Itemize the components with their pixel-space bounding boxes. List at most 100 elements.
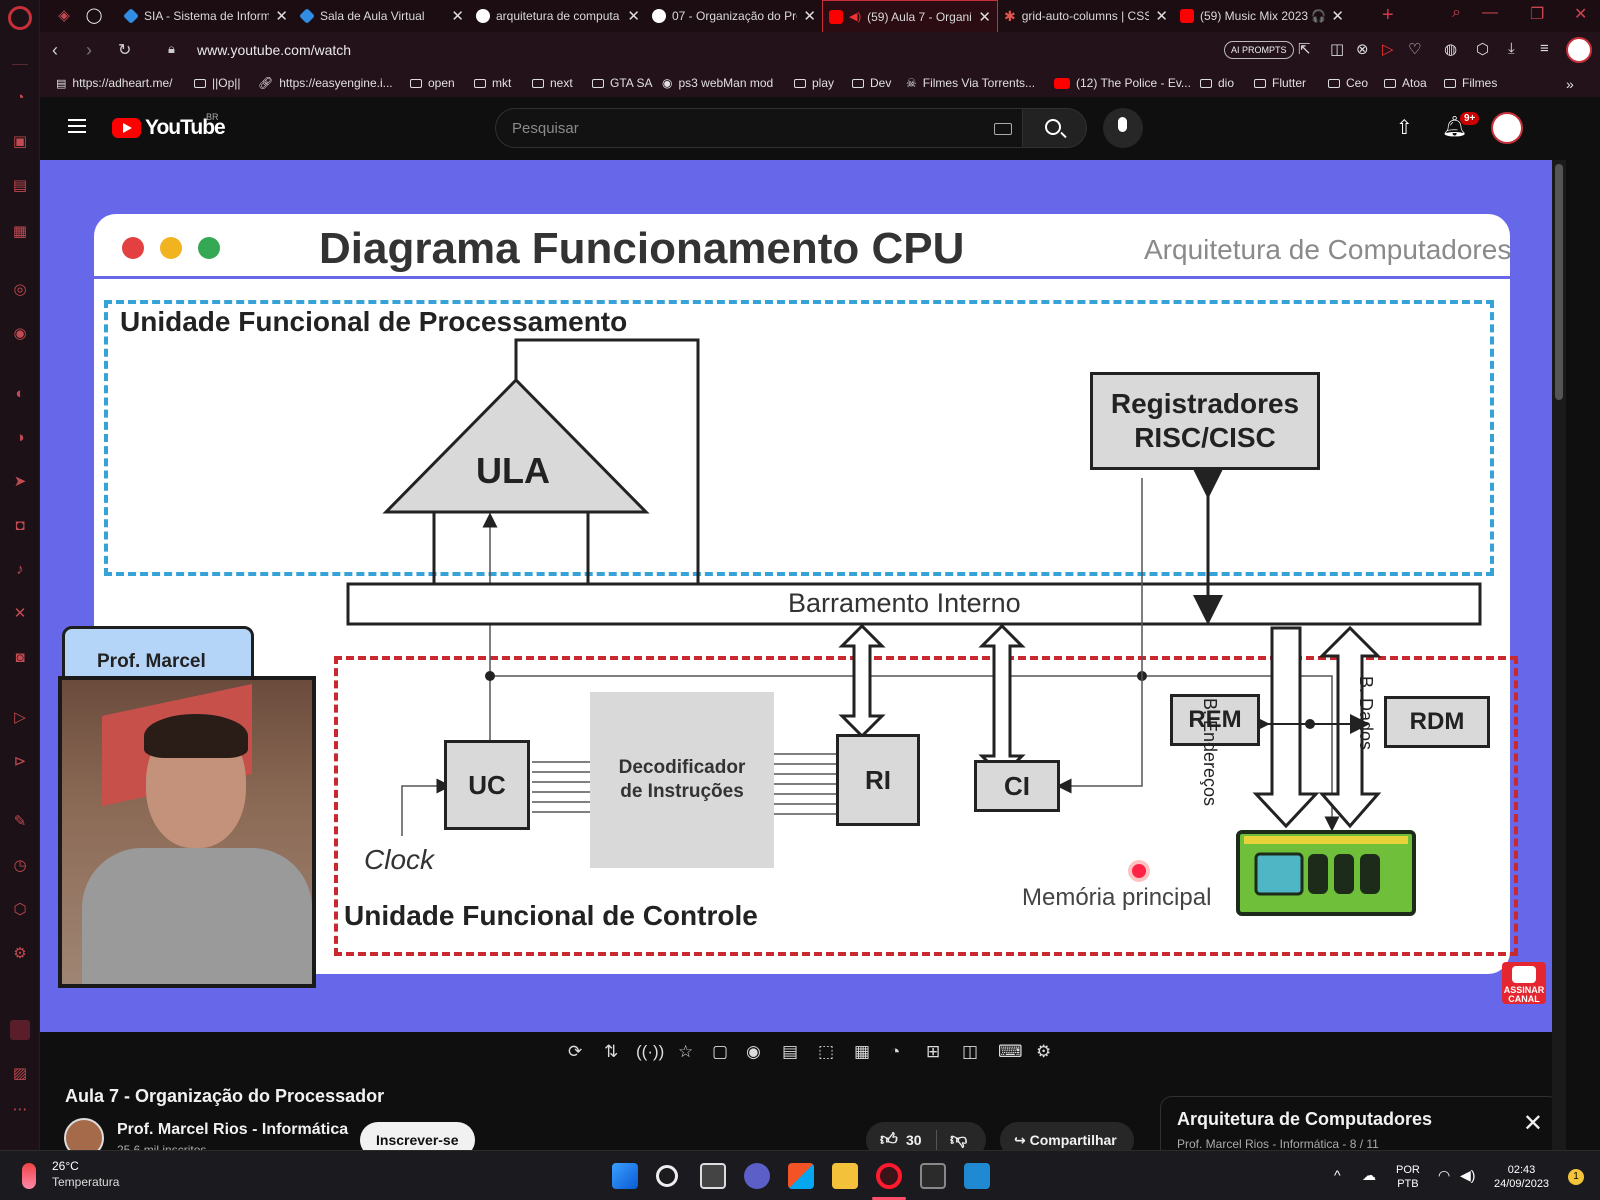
speed-dial-icon[interactable]: ◔: [10, 88, 30, 108]
send-icon[interactable]: ▷: [1382, 40, 1394, 58]
bag-icon[interactable]: ▣: [10, 132, 30, 152]
opera-gx-icon[interactable]: [876, 1163, 902, 1189]
ads-icon[interactable]: ▢: [712, 1042, 728, 1062]
teams-icon[interactable]: [744, 1163, 770, 1189]
close-tab-icon[interactable]: ✕: [627, 7, 640, 25]
tab-active[interactable]: ◀) (59) Aula 7 - Organiz ✕: [822, 0, 998, 32]
close-tab-icon[interactable]: ✕: [1155, 7, 1168, 25]
tab[interactable]: SIA - Sistema de Inform ✕: [118, 0, 294, 32]
close-tab-icon[interactable]: ✕: [275, 7, 288, 25]
scrollbar-thumb[interactable]: [1555, 164, 1563, 400]
video-player[interactable]: Diagrama Funcionamento CPU Arquitetura d…: [40, 160, 1552, 1032]
vk-icon[interactable]: ◙: [10, 648, 30, 668]
bookmark-item[interactable]: Dev: [852, 76, 891, 90]
bookmark-item[interactable]: Filmes: [1444, 76, 1497, 90]
opera-logo-icon[interactable]: [8, 6, 32, 30]
bookmark-item[interactable]: Ceo: [1328, 76, 1368, 90]
broadcast-icon[interactable]: ((·)): [636, 1042, 664, 1062]
download-icon[interactable]: ⤓: [1508, 40, 1515, 57]
onedrive-icon[interactable]: ☁: [1362, 1167, 1376, 1184]
upload-icon[interactable]: ⇧: [1396, 115, 1413, 140]
snapshot-icon[interactable]: ◫: [1330, 40, 1344, 58]
clock[interactable]: 02:43 24/09/2023: [1494, 1163, 1549, 1191]
bookmark-item[interactable]: Flutter: [1254, 76, 1306, 90]
bookmark-item[interactable]: 🔗︎ https://easyengine.i...: [258, 76, 393, 90]
edit-icon[interactable]: ✎: [10, 812, 30, 832]
whatsapp-icon[interactable]: ◑: [10, 428, 30, 448]
keyboard-icon[interactable]: [994, 123, 1012, 135]
bookmark-item[interactable]: ☠ Filmes Via Torrents...: [906, 76, 1035, 90]
lock-icon[interactable]: 🔒︎: [168, 41, 175, 57]
thermometer-icon[interactable]: [22, 1163, 36, 1189]
page-scrollbar[interactable]: [1552, 160, 1566, 1150]
tab[interactable]: (59) Music Mix 2023 🎧 ✕: [1174, 0, 1350, 32]
twitch-icon[interactable]: ▤: [10, 176, 30, 196]
close-tab-icon[interactable]: ✕: [803, 7, 816, 25]
eye-icon[interactable]: ◉: [746, 1042, 761, 1062]
share-page-icon[interactable]: ⇱: [1298, 40, 1311, 58]
minimize-icon[interactable]: —: [1482, 4, 1498, 22]
chip-icon[interactable]: ▦: [10, 222, 30, 242]
extensions-icon[interactable]: ⬡: [1476, 40, 1489, 58]
app-icon[interactable]: [10, 1020, 30, 1040]
cinema-mode-icon[interactable]: ▦: [854, 1042, 870, 1062]
url-field[interactable]: www.youtube.com/watch: [197, 42, 351, 58]
close-tab-icon[interactable]: ✕: [451, 7, 464, 25]
bookmark-item[interactable]: dio: [1200, 76, 1234, 90]
bookmark-item[interactable]: Atoa: [1384, 76, 1427, 90]
terminal-icon[interactable]: [920, 1163, 946, 1189]
volume-icon[interactable]: ◀): [1460, 1167, 1475, 1184]
profile-avatar[interactable]: [1566, 37, 1592, 63]
subscribe-watermark[interactable]: ASSINAR CANAL: [1502, 962, 1546, 1004]
tab[interactable]: ✱ grid-auto-columns | CSS ✕: [998, 0, 1174, 32]
aspect-ratio-icon[interactable]: ⬚: [818, 1042, 834, 1062]
bookmark-item[interactable]: play: [794, 76, 834, 90]
speed-icon[interactable]: ◔: [890, 1042, 900, 1062]
gx-control-icon[interactable]: ◎: [10, 280, 30, 300]
vscode-icon[interactable]: [964, 1163, 990, 1189]
restore-icon[interactable]: ❐: [1530, 4, 1544, 24]
close-tab-icon[interactable]: ✕: [978, 8, 991, 26]
close-window-icon[interactable]: ✕: [1574, 4, 1587, 24]
gallery-icon[interactable]: ▨: [10, 1064, 30, 1084]
playlist-title[interactable]: Arquitetura de Computadores: [1177, 1109, 1432, 1130]
more-icon[interactable]: ⋯: [10, 1100, 30, 1120]
hamburger-menu-icon[interactable]: [68, 119, 86, 133]
back-icon[interactable]: ‹: [52, 40, 58, 61]
star-icon[interactable]: ☆: [678, 1042, 693, 1062]
sort-icon[interactable]: ⇅: [604, 1042, 618, 1062]
opera-tab-icon[interactable]: ◯: [84, 6, 104, 26]
close-tab-icon[interactable]: ✕: [1331, 7, 1344, 25]
search-button[interactable]: [1023, 108, 1087, 148]
camera-icon[interactable]: ◫: [962, 1042, 978, 1062]
weather-label[interactable]: Temperatura: [52, 1175, 119, 1189]
task-view-icon[interactable]: [700, 1163, 726, 1189]
account-avatar[interactable]: [1491, 112, 1523, 144]
bookmark-item[interactable]: open: [410, 76, 455, 90]
bookmark-item[interactable]: GTA SA: [592, 76, 652, 90]
telegram-icon[interactable]: ➤: [10, 472, 30, 492]
forward-icon[interactable]: ›: [86, 40, 92, 61]
tiktok-icon[interactable]: ♪: [10, 560, 30, 580]
x-icon[interactable]: ✕: [10, 604, 30, 624]
file-explorer-icon[interactable]: [832, 1163, 858, 1189]
weather-temperature[interactable]: 26°C: [52, 1159, 79, 1173]
reload-icon[interactable]: ↻: [118, 40, 131, 60]
clapper-icon[interactable]: ▤: [782, 1042, 798, 1062]
easy-setup-icon[interactable]: ≡: [1540, 40, 1549, 57]
loop-icon[interactable]: ⟳: [568, 1042, 582, 1062]
more-bookmarks-icon[interactable]: »: [1566, 76, 1574, 92]
new-tab-icon[interactable]: +: [1382, 4, 1394, 27]
settings-icon[interactable]: ⚙: [10, 944, 30, 964]
bookmark-item[interactable]: ◉ ps3 webMan mod: [662, 76, 773, 90]
cube-icon[interactable]: ⬡: [10, 900, 30, 920]
send-icon[interactable]: ⊳: [10, 752, 30, 772]
store-icon[interactable]: [788, 1163, 814, 1189]
keyboard-icon[interactable]: ⌨: [998, 1042, 1023, 1062]
bookmark-item[interactable]: ||Op||: [194, 76, 240, 90]
ai-prompts-button[interactable]: AI PROMPTS: [1224, 41, 1294, 59]
search-tabs-icon[interactable]: ⌕: [1452, 4, 1461, 22]
player-icon[interactable]: ▷: [10, 708, 30, 728]
gx-corner-icon[interactable]: ◈: [54, 6, 74, 26]
instagram-icon[interactable]: ◘: [10, 516, 30, 536]
